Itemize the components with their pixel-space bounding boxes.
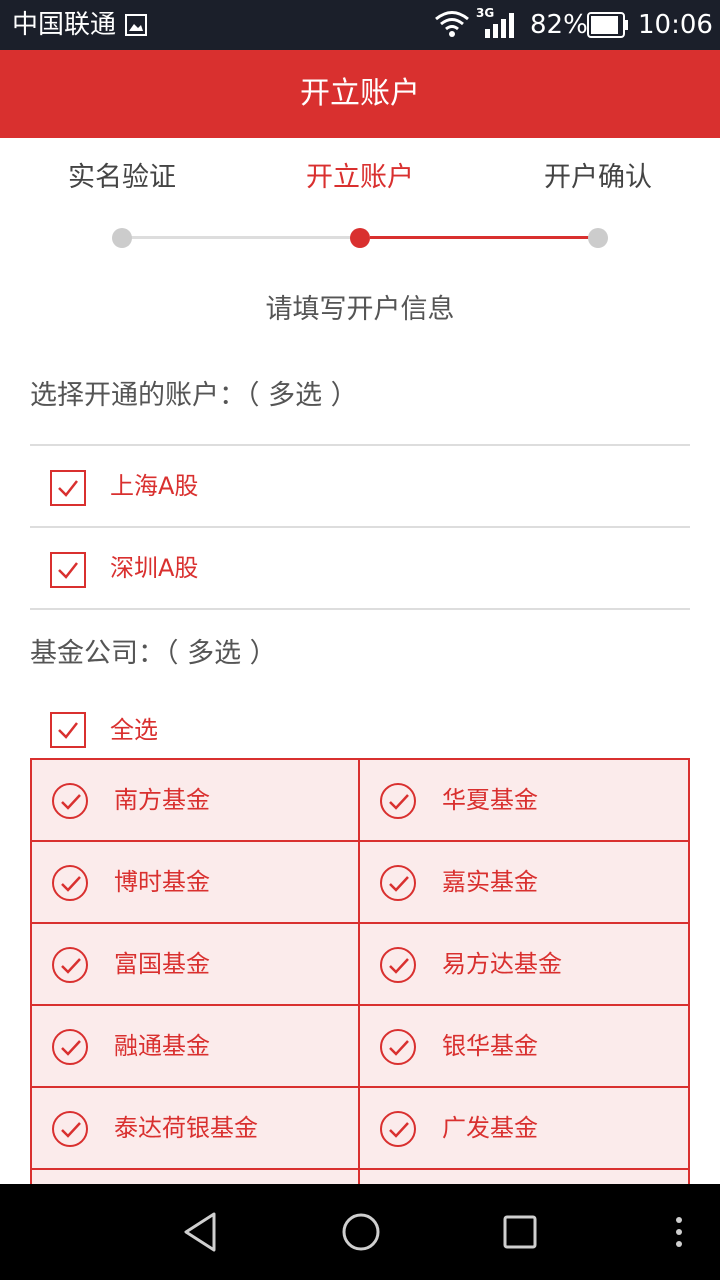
fund-option[interactable]: 银华基金	[360, 1006, 690, 1088]
fund-name: 银华基金	[442, 1032, 538, 1060]
wifi-icon	[434, 10, 470, 42]
fund-name: 博时基金	[114, 868, 210, 896]
check-circle-icon	[52, 1029, 88, 1065]
fund-option[interactable]: 华夏基金	[360, 760, 690, 842]
check-circle-icon	[380, 947, 416, 983]
step-label-open-account: 开立账户	[306, 162, 414, 193]
fund-name: 广发基金	[442, 1114, 538, 1142]
fund-option[interactable]: 易方达基金	[360, 924, 690, 1006]
back-icon[interactable]	[180, 1210, 220, 1258]
fund-option[interactable]: 博时基金	[32, 842, 360, 924]
checkbox[interactable]	[50, 712, 86, 748]
check-circle-icon	[380, 1029, 416, 1065]
carrier-name: 中国联通	[12, 10, 117, 40]
step-label-verify: 实名验证	[68, 162, 176, 193]
check-circle-icon	[52, 865, 88, 901]
clock: 10:06	[638, 10, 713, 40]
step-label-confirm: 开户确认	[544, 162, 652, 193]
step-connector-1	[130, 236, 350, 239]
fund-option[interactable]: 融通基金	[32, 1006, 360, 1088]
select-all-label: 全选	[110, 716, 158, 744]
recents-icon[interactable]	[502, 1210, 540, 1258]
check-circle-icon	[52, 947, 88, 983]
home-icon[interactable]	[340, 1210, 382, 1258]
fund-name: 嘉实基金	[442, 868, 538, 896]
check-circle-icon	[52, 1111, 88, 1147]
sim-icon	[124, 13, 148, 41]
fund-company-grid: 南方基金 华夏基金 博时基金 嘉实基金 富国基金 易方达基金 融通基金 银华基金…	[30, 758, 690, 1252]
check-circle-icon	[380, 865, 416, 901]
select-all-funds[interactable]: 全选	[30, 690, 690, 754]
divider	[30, 608, 690, 610]
checkbox[interactable]	[50, 552, 86, 588]
check-circle-icon	[380, 783, 416, 819]
account-option-shanghai-a[interactable]: 上海A股	[30, 446, 690, 526]
step-dot-confirm	[588, 228, 608, 248]
checkbox[interactable]	[50, 470, 86, 506]
step-dot-verify	[112, 228, 132, 248]
page-title: 开立账户	[300, 76, 420, 111]
account-option-label: 深圳A股	[110, 554, 199, 582]
app-header: 开立账户	[0, 50, 720, 138]
check-circle-icon	[380, 1111, 416, 1147]
battery-percent: 82%	[530, 10, 588, 40]
fund-name: 南方基金	[114, 786, 210, 814]
fund-name: 融通基金	[114, 1032, 210, 1060]
fund-option[interactable]: 富国基金	[32, 924, 360, 1006]
account-option-shenzhen-a[interactable]: 深圳A股	[30, 528, 690, 608]
status-bar: 中国联通 3G 82% 10:06	[0, 0, 720, 50]
form-subtitle: 请填写开户信息	[265, 294, 455, 325]
account-option-label: 上海A股	[110, 472, 199, 500]
fund-option[interactable]: 南方基金	[32, 760, 360, 842]
fund-name: 易方达基金	[442, 950, 562, 978]
step-connector-2	[370, 236, 590, 239]
fund-name: 华夏基金	[442, 786, 538, 814]
check-circle-icon	[52, 783, 88, 819]
fund-option[interactable]: 广发基金	[360, 1088, 690, 1170]
fund-name: 泰达荷银基金	[114, 1114, 258, 1142]
signal-icon	[484, 12, 518, 42]
fund-option[interactable]: 泰达荷银基金	[32, 1088, 360, 1170]
system-nav-bar	[0, 1184, 720, 1280]
funds-section-label: 基金公司：（ 多选 ）	[30, 638, 277, 669]
accounts-section-label: 选择开通的账户：（ 多选 ）	[30, 380, 358, 411]
step-dot-open-account	[350, 228, 370, 248]
fund-option[interactable]: 嘉实基金	[360, 842, 690, 924]
battery-icon	[587, 12, 629, 42]
more-icon[interactable]	[672, 1210, 686, 1258]
fund-name: 富国基金	[114, 950, 210, 978]
